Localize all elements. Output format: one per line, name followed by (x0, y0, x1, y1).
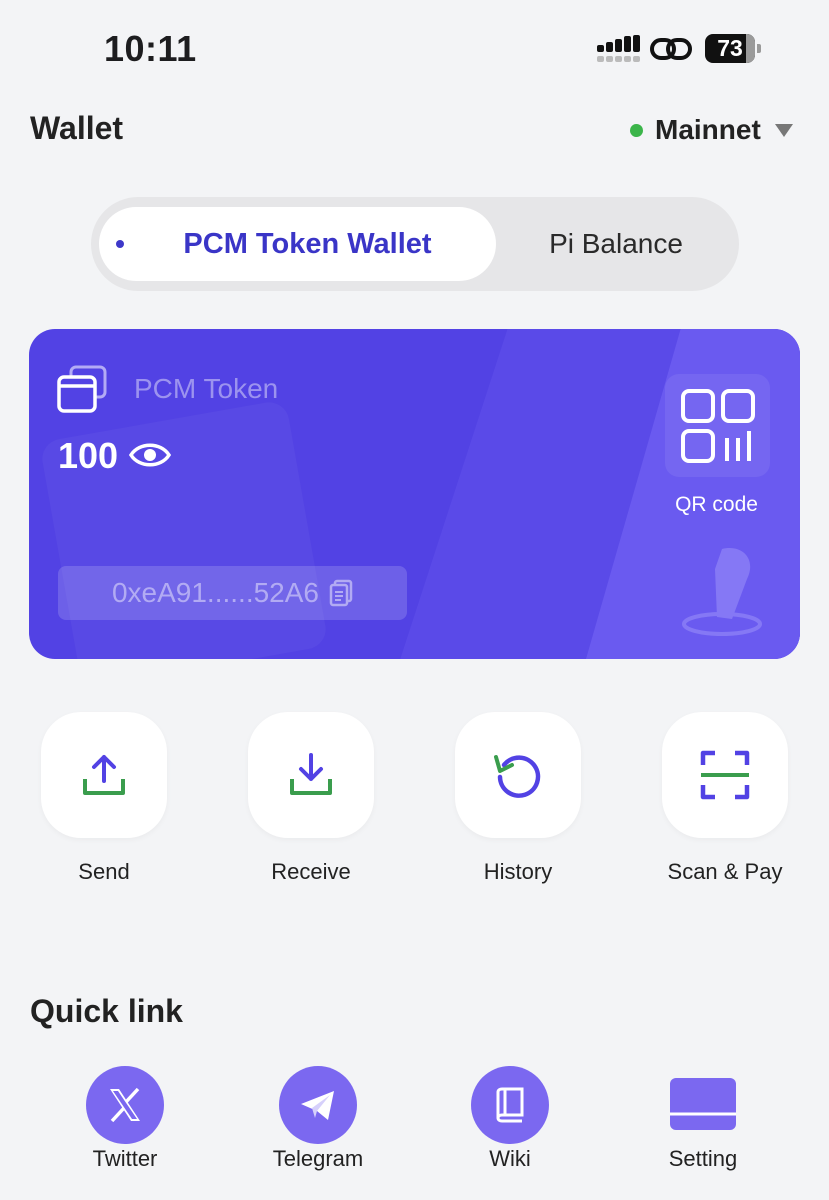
network-status-dot (630, 123, 643, 137)
qr-code-icon (681, 389, 755, 463)
wallet-address-text: 0xeA91......52A6 (111, 577, 320, 608)
setting-label: Setting (668, 1146, 738, 1171)
twitter-link[interactable] (86, 1066, 164, 1144)
status-time: 10:11 (104, 28, 197, 69)
wallet-address[interactable]: 0xeA91......52A6 (58, 566, 407, 620)
quick-link-title: Quick link (30, 993, 183, 1029)
copy-icon[interactable] (329, 579, 353, 607)
decorative-pin-icon (682, 548, 762, 636)
eye-icon[interactable] (129, 439, 171, 471)
battery-icon: 73 (705, 34, 761, 63)
tab-pcm-token-wallet-label: PCM Token Wallet (183, 228, 432, 260)
qr-code-label: QR code (675, 493, 758, 516)
wallet-tabs: PCM Token Wallet Pi Balance (91, 197, 739, 291)
wiki-link[interactable] (471, 1066, 549, 1144)
download-icon (290, 753, 332, 795)
twitter-label: Twitter (92, 1146, 158, 1171)
network-label: Mainnet (655, 114, 761, 145)
page-title: Wallet (30, 110, 124, 146)
scan-icon (700, 750, 750, 800)
history-icon (494, 755, 541, 798)
send-button[interactable] (41, 712, 167, 838)
telegram-link[interactable] (279, 1066, 357, 1144)
scan-and-pay-label: Scan & Pay (667, 859, 783, 884)
receive-button[interactable] (248, 712, 374, 838)
telegram-label: Telegram (272, 1146, 364, 1171)
receive-label: Receive (271, 859, 351, 884)
tab-pcm-token-wallet[interactable]: PCM Token Wallet (99, 207, 496, 281)
history-button[interactable] (455, 712, 581, 838)
link-icon (650, 38, 692, 60)
tab-pi-balance[interactable]: Pi Balance (496, 207, 736, 281)
telegram-icon (301, 1091, 334, 1120)
wallet-cards-icon (57, 365, 107, 413)
caret-down-icon (774, 123, 793, 137)
setting-icon (670, 1078, 736, 1130)
x-logo-icon (110, 1087, 140, 1123)
token-balance: 100 (58, 435, 119, 476)
network-selector[interactable]: Mainnet (630, 112, 793, 148)
token-card: PCM Token 100 QR code 0xeA91......52A6 (29, 329, 800, 659)
upload-icon (83, 755, 125, 795)
token-name: PCM Token (134, 373, 279, 404)
battery-level: 73 (717, 35, 743, 61)
wiki-label: Wiki (489, 1146, 531, 1171)
qr-code-button[interactable] (665, 374, 770, 477)
history-label: History (483, 859, 553, 884)
send-label: Send (78, 859, 130, 884)
scan-and-pay-button[interactable] (662, 712, 788, 838)
setting-link[interactable] (670, 1078, 736, 1130)
signal-icon (597, 35, 640, 62)
book-icon (496, 1087, 524, 1123)
